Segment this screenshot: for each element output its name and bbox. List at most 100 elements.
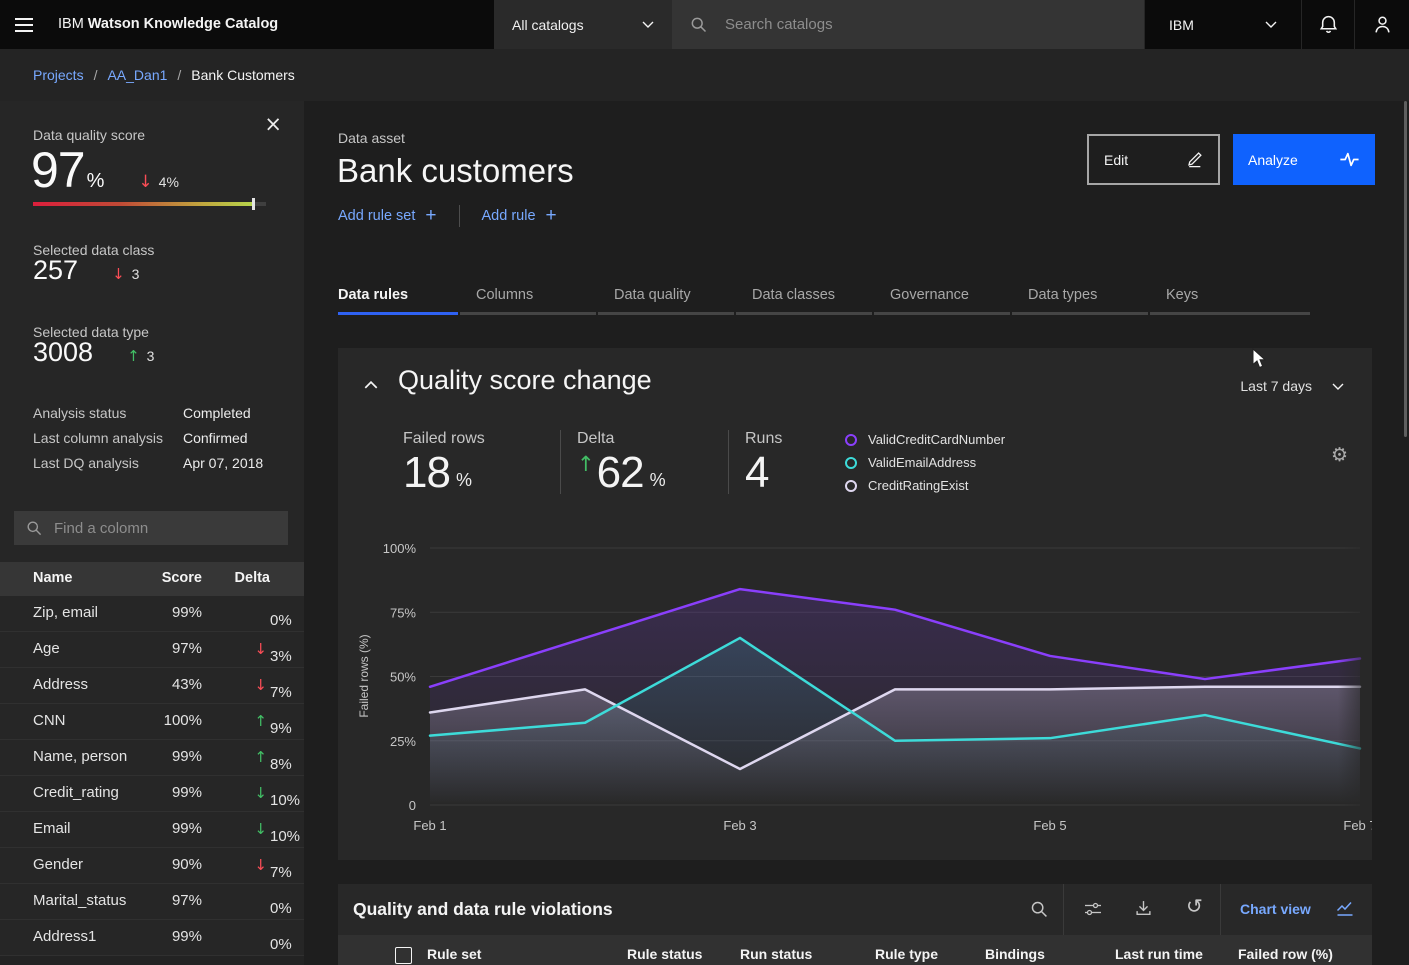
find-column-input[interactable] (52, 519, 276, 538)
asset-type-label: Data asset (338, 130, 405, 146)
score-delta: 4% (159, 174, 179, 190)
pencil-icon (1186, 151, 1203, 168)
column-name: Credit_rating (33, 784, 119, 801)
trend-arrow-icon: ↓ (254, 640, 267, 658)
reset-icon[interactable]: ↺ (1186, 896, 1203, 916)
settings-adjust-icon[interactable] (1084, 900, 1102, 918)
column-score-row[interactable]: Credit_rating99%↓10% (0, 776, 304, 812)
column-score-row[interactable]: Email99%↓10% (0, 812, 304, 848)
breadcrumb-item[interactable]: AA_Dan1 (107, 67, 167, 83)
analysis-meta-row: Last column analysisConfirmed (33, 425, 273, 450)
violations-title: Quality and data rule violations (353, 899, 613, 920)
analyze-button-label: Analyze (1248, 152, 1298, 168)
column-name: CNN (33, 712, 66, 729)
divider (1220, 884, 1221, 935)
y-tick-label: 75% (390, 605, 416, 620)
app-root: IBMWatson Knowledge Catalog All catalogs… (0, 0, 1409, 965)
column-score: 99% (120, 820, 202, 837)
tab-label: Data types (1028, 287, 1097, 303)
column-score-row[interactable]: Age97%↓3% (0, 632, 304, 668)
profile-button[interactable] (1354, 0, 1409, 49)
chevron-down-icon (1265, 21, 1277, 28)
column-name: Marital_status (33, 892, 126, 909)
column-score: 99% (120, 604, 202, 621)
tab-data-rules[interactable]: Data rules (338, 279, 458, 315)
vertical-scrollbar[interactable] (1404, 101, 1407, 437)
add-rule-set-label: Add rule set (338, 208, 415, 224)
search-catalogs-input[interactable] (723, 15, 1107, 34)
tab-data-quality[interactable]: Data quality (598, 279, 734, 315)
tab-keys[interactable]: Keys (1150, 279, 1310, 315)
find-column-search (14, 511, 288, 545)
tab-label: Data rules (338, 287, 408, 303)
delta-value: 10% (270, 828, 300, 845)
tab-data-classes[interactable]: Data classes (736, 279, 872, 315)
meta-value: Apr 07, 2018 (183, 455, 263, 471)
tab-bar: Data rules ColumnsData quality Data classe… (338, 279, 1310, 315)
column-delta: ↓7% (198, 676, 270, 694)
activity-icon (1340, 152, 1360, 167)
breadcrumb: Projects/AA_Dan1/Bank Customers (0, 49, 1409, 101)
add-rule-link[interactable]: Add rule + (482, 205, 557, 227)
analysis-meta-row: Analysis statusCompleted (33, 400, 273, 425)
column-score-row (0, 956, 304, 965)
notifications-button[interactable] (1301, 0, 1355, 49)
breadcrumb-item[interactable]: Projects (33, 67, 84, 83)
plus-icon: + (546, 205, 557, 227)
column-header: Last run time (1115, 946, 1203, 962)
quality-score-value: 97 % ↓ 4% (31, 141, 179, 199)
column-score-row[interactable]: Address43%↓7% (0, 668, 304, 704)
column-score-row[interactable]: Gender90%↓7% (0, 848, 304, 884)
violations-table-header: Rule setRule statusRun statusRule typeBi… (338, 935, 1372, 965)
analysis-meta: Analysis statusCompletedLast column anal… (33, 400, 273, 475)
download-icon[interactable] (1135, 900, 1152, 917)
search-icon[interactable] (1030, 900, 1048, 918)
add-rule-set-link[interactable]: Add rule set + (338, 205, 437, 227)
area-CreditRatingExist (430, 687, 1360, 805)
header-score: Score (120, 570, 202, 586)
close-icon[interactable]: × (258, 113, 288, 136)
column-score-row[interactable]: Address199%0% (0, 920, 304, 956)
column-name: Address (33, 676, 88, 693)
score-unit: % (87, 170, 105, 193)
chart-view-toggle[interactable]: Chart view (1240, 901, 1311, 917)
quality-score-bar (33, 202, 266, 206)
analyze-button[interactable]: Analyze (1233, 134, 1375, 185)
select-all-checkbox[interactable] (395, 947, 412, 964)
breadcrumb-separator: / (177, 67, 181, 83)
catalog-selector[interactable]: All catalogs (494, 0, 672, 49)
edit-button-label: Edit (1104, 152, 1128, 168)
column-score: 90% (120, 856, 202, 873)
tab-data-types[interactable]: Data types (1012, 279, 1148, 315)
edit-button[interactable]: Edit (1087, 134, 1220, 185)
delta-value: 8% (270, 756, 292, 773)
delta-value: 0% (270, 936, 292, 953)
column-header: Failed row (%) (1238, 946, 1333, 962)
delta-value: 3% (270, 648, 292, 665)
menu-button[interactable] (0, 0, 48, 49)
y-axis-label: Failed rows (%) (357, 634, 371, 717)
x-tick-label: Feb 3 (723, 818, 756, 833)
tab-label: Data classes (752, 287, 835, 303)
y-tick-label: 0 (409, 798, 416, 813)
column-score-row[interactable]: CNN100%↑9% (0, 704, 304, 740)
column-name: Email (33, 820, 71, 837)
column-name: Address1 (33, 928, 96, 945)
column-score-row[interactable]: Marital_status97%0% (0, 884, 304, 920)
tab-columns[interactable]: Columns (460, 279, 596, 315)
column-header: Run status (740, 946, 812, 962)
account-selector[interactable]: IBM (1144, 0, 1301, 49)
x-tick-label: Feb 5 (1033, 818, 1066, 833)
divider (1063, 884, 1064, 935)
column-name: Gender (33, 856, 83, 873)
column-score-row[interactable]: Zip, email99%0% (0, 596, 304, 632)
column-header: Rule set (427, 946, 481, 962)
chart-line-icon[interactable] (1336, 901, 1355, 917)
add-rule-label: Add rule (482, 208, 536, 224)
column-score-row[interactable]: Name, person99%↑8% (0, 740, 304, 776)
account-selector-label: IBM (1169, 17, 1194, 33)
hamburger-menu-icon (15, 24, 33, 26)
tab-governance[interactable]: Governance (874, 279, 1010, 315)
quality-sidebar: × Data quality score 97 % ↓ 4% Selected … (0, 101, 304, 965)
bell-icon (1319, 15, 1338, 34)
